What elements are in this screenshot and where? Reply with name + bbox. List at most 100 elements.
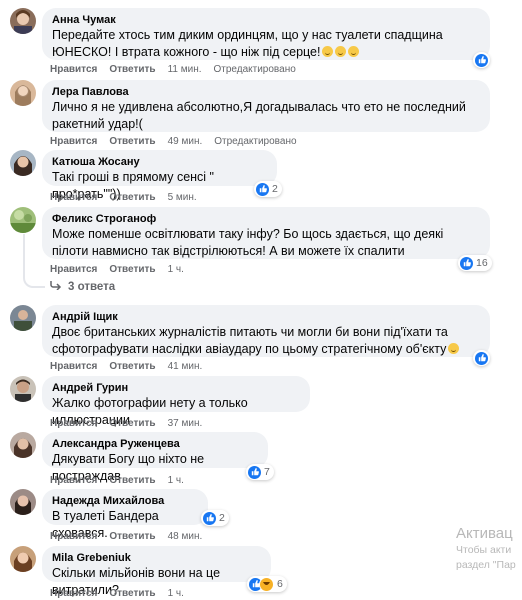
reply-action[interactable]: Ответить [109,475,155,486]
reply-action[interactable]: Ответить [109,136,155,147]
comment-author[interactable]: Александра Руженцева [52,437,258,451]
comment-time[interactable]: 5 мин. [168,192,197,203]
watermark-line: Чтобы акти [456,544,512,556]
comment-author[interactable]: Анна Чумак [52,13,480,27]
grin-emoji-icon [335,46,347,57]
reaction-count: 2 [219,512,225,524]
like-icon [248,465,261,479]
reaction-count: 6 [277,578,283,590]
comment-bubble: Mila Grebeniuk Скільки мільйонів вони на… [42,546,271,597]
like-action[interactable]: Нравится [50,136,97,147]
comment-author[interactable]: Катюша Жосану [52,155,267,169]
comment-text: Двоє британських журналістів питають чи … [52,324,480,358]
like-action[interactable]: Нравится [50,418,97,429]
comment-bubble: Анна Чумак Передайте хтось тим диким орд… [42,8,490,60]
comment-actions: Нравится Ответить 1 ч. [50,588,196,599]
comment-bubble: Феликс Строганоф Може поменше освітлюват… [42,207,490,259]
comment-bubble: Лера Павлова Лично я не удивлена абсолют… [42,80,490,132]
avatar[interactable] [10,8,36,34]
comment-time[interactable]: 1 ч. [168,264,184,275]
avatar[interactable] [10,489,36,515]
comment-actions: Нравится Ответить 5 мин. [50,192,209,203]
edited-label: Отредактировано [214,136,297,147]
grin-emoji-icon [348,46,360,57]
watermark-line: раздел "Пар [456,559,516,571]
comment-bubble: Андрей Гурин Жалко фотографии нету а тол… [42,376,310,427]
thread-line [23,234,25,274]
comment-author[interactable]: Феликс Строганоф [52,212,480,226]
like-action[interactable]: Нравится [50,588,97,599]
avatar[interactable] [10,150,36,176]
reply-action[interactable]: Ответить [109,418,155,429]
reaction-badge[interactable]: 2 [201,510,229,526]
haha-icon [259,576,274,592]
reaction-count: 2 [272,183,278,195]
reaction-count: 16 [476,257,488,269]
like-icon [460,256,473,270]
reaction-badge[interactable]: 2 [254,181,282,197]
avatar[interactable] [10,432,36,458]
comment-time[interactable]: 37 мин. [168,418,203,429]
like-action[interactable]: Нравится [50,192,97,203]
avatar[interactable] [10,207,36,233]
comment-text: Передайте хтось тим диким ординцям, що у… [52,28,443,59]
comment-actions: Нравится Ответить 11 мин. Отредактирован… [50,64,296,75]
comment-author[interactable]: Лера Павлова [52,85,480,99]
comment-actions: Нравится Ответить 49 мин. Отредактирован… [50,136,297,147]
comment-text: Може поменше освітлювати таку інфу? Бо щ… [52,227,444,258]
comment-author[interactable]: Mila Grebeniuk [52,551,261,565]
like-icon [475,53,488,67]
view-replies-link[interactable]: 3 ответа [50,280,115,293]
avatar[interactable] [10,305,36,331]
smile-emoji-icon [448,343,460,354]
reaction-badge[interactable] [473,52,490,68]
reply-action[interactable]: Ответить [109,64,155,75]
reply-action[interactable]: Ответить [109,531,155,542]
edited-label: Отредактировано [213,64,296,75]
reply-action[interactable]: Ответить [109,588,155,599]
reaction-badge[interactable] [473,350,490,366]
comment-bubble: Андрій Іщик Двоє британських журналістів… [42,305,490,357]
grin-emoji-icon [322,46,334,57]
reaction-badge[interactable]: 16 [458,255,492,271]
watermark-title: Активац [456,525,513,542]
comment-actions: Нравится Ответить 41 мин. [50,361,214,372]
reply-action[interactable]: Ответить [109,192,155,203]
comment-author[interactable]: Надежда Михайлова [52,494,198,508]
comment-bubble: Александра Руженцева Дякувати Богу що ні… [42,432,268,483]
reaction-badge[interactable]: 6 [247,576,287,592]
like-icon [256,182,269,196]
thread-connector [23,272,45,288]
comment-actions: Нравится Ответить 48 мин. [50,531,214,542]
avatar[interactable] [10,376,36,402]
avatar[interactable] [10,546,36,572]
activation-watermark: Активац Чтобы акти раздел "Пар [456,524,516,573]
reaction-count: 7 [264,466,270,478]
comment-time[interactable]: 1 ч. [168,475,184,486]
comment-time[interactable]: 48 мин. [168,531,203,542]
replies-count-label: 3 ответа [68,280,116,293]
like-icon [203,511,216,525]
comment-actions: Нравится Ответить 37 мин. [50,418,214,429]
like-icon [475,351,488,365]
comment-text: Лично я не удивлена абсолютно,Я догадыва… [52,100,466,131]
reply-action[interactable]: Ответить [109,264,155,275]
comment-bubble: Надежда Михайлова В туалеті Бандера схов… [42,489,208,540]
like-action[interactable]: Нравится [50,531,97,542]
reply-arrow-icon [50,280,62,293]
comment-time[interactable]: 49 мин. [168,136,203,147]
like-action[interactable]: Нравится [50,361,97,372]
comment-time[interactable]: 41 мин. [168,361,203,372]
comment-actions: Нравится Ответить 1 ч. [50,264,196,275]
comment-author[interactable]: Андрей Гурин [52,381,300,395]
comment-bubble: Катюша Жосану Такі гроші в прямому сенсі… [42,150,277,201]
reaction-badge[interactable]: 7 [246,464,274,480]
comment-author[interactable]: Андрій Іщик [52,310,480,324]
reply-action[interactable]: Ответить [109,361,155,372]
like-action[interactable]: Нравится [50,475,97,486]
comment-time[interactable]: 11 мин. [168,64,202,75]
like-action[interactable]: Нравится [50,64,97,75]
comment-time[interactable]: 1 ч. [168,588,184,599]
avatar[interactable] [10,80,36,106]
like-action[interactable]: Нравится [50,264,97,275]
